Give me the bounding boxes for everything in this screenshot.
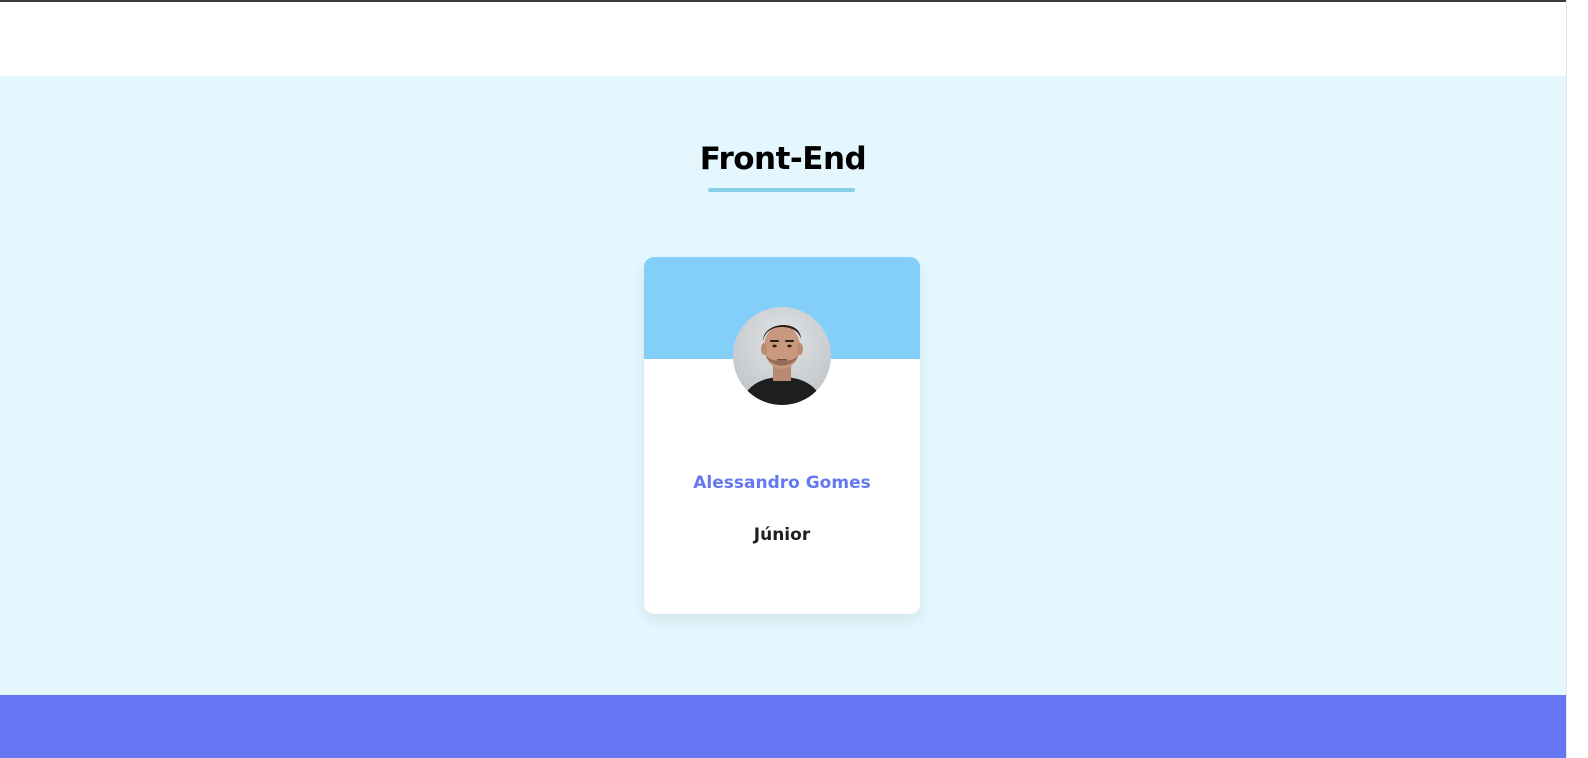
member-name: Alessandro Gomes xyxy=(693,473,871,493)
title-underline xyxy=(708,188,855,192)
person-photo-icon xyxy=(741,324,823,405)
section-title: Front-End xyxy=(699,141,867,177)
avatar xyxy=(733,307,831,405)
team-member-card: Alessandro Gomes Júnior xyxy=(644,257,920,614)
footer-band xyxy=(0,695,1566,758)
member-level: Júnior xyxy=(753,525,811,545)
header-area xyxy=(0,2,1566,76)
team-section: Front-End Alessandro Gomes Júnior xyxy=(0,76,1566,695)
scrollbar-track[interactable] xyxy=(1566,0,1588,758)
page: Front-End Alessandro Gomes Júnior xyxy=(0,0,1588,758)
